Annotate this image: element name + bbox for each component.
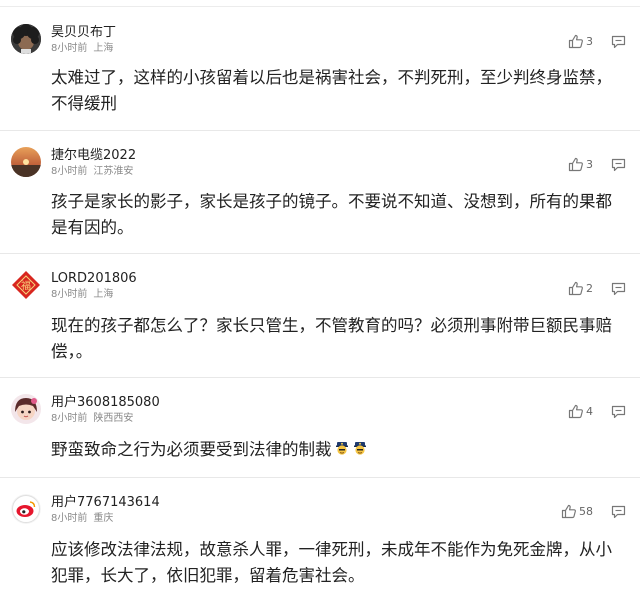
- like-button[interactable]: 4: [568, 404, 593, 419]
- reply-button[interactable]: [611, 282, 626, 296]
- like-count: 4: [586, 405, 593, 418]
- like-button[interactable]: 3: [568, 157, 593, 172]
- red-diamond-avatar-icon: 福: [11, 270, 41, 300]
- comment-location: 重庆: [93, 513, 114, 524]
- thumbs-up-icon: [568, 34, 583, 49]
- top-divider: [0, 6, 640, 7]
- comment-text-row: 野蛮致命之行为必须要受到法律的制裁: [51, 437, 621, 464]
- dark-curly-hair-avatar-icon: [11, 24, 41, 54]
- comment-bubble-icon: [611, 35, 626, 49]
- like-button[interactable]: 2: [568, 281, 593, 296]
- police-emoji-icon: [334, 438, 350, 464]
- cartoon-girl-avatar-icon: [11, 394, 41, 424]
- comment-bubble-icon: [611, 405, 626, 419]
- comment-text: 应该修改法律法规，故意杀人罪，一律死刑，未成年不能作为免死金牌，从小犯罪，长大了…: [51, 540, 612, 585]
- thumbs-up-icon: [568, 157, 583, 172]
- comment-bubble-icon: [611, 505, 626, 519]
- comment-text: 现在的孩子都怎么了？家长只管生，不管教育的吗？必须刑事附带巨额民事赔偿，。: [51, 316, 612, 361]
- comment-meta: 8小时前 江苏淮安: [51, 166, 133, 178]
- user-avatar[interactable]: [11, 24, 41, 54]
- comment-text: 孩子是家长的影子，家长是孩子的镜子。不要说不知道、没想到，所有的果都是有因的。: [51, 192, 612, 237]
- user-avatar[interactable]: [11, 494, 41, 524]
- reply-button[interactable]: [611, 35, 626, 49]
- reply-button[interactable]: [611, 405, 626, 419]
- like-button[interactable]: 3: [568, 34, 593, 49]
- thumbs-up-icon: [568, 404, 583, 419]
- user-avatar[interactable]: [11, 147, 41, 177]
- comment-meta: 8小时前 重庆: [51, 513, 113, 525]
- username[interactable]: 用户7767143614: [51, 495, 160, 511]
- police-emoji-icon: [352, 438, 368, 464]
- username[interactable]: 用户3608185080: [51, 395, 160, 411]
- comment-location: 上海: [93, 43, 114, 54]
- comment-divider: [0, 253, 640, 254]
- user-avatar[interactable]: 福: [11, 270, 41, 300]
- username[interactable]: 捷尔电缆2022: [51, 148, 136, 164]
- comment-divider: [0, 377, 640, 378]
- like-count: 2: [586, 282, 593, 295]
- thumbs-up-icon: [561, 504, 576, 519]
- svg-text:福: 福: [21, 279, 31, 292]
- like-count: 58: [579, 505, 593, 518]
- username[interactable]: 昊贝贝布丁: [51, 25, 116, 41]
- like-button[interactable]: 58: [561, 504, 593, 519]
- comment-time: 8小时前: [51, 43, 88, 54]
- comment-time: 8小时前: [51, 413, 88, 424]
- thumbs-up-icon: [568, 281, 583, 296]
- comment-bubble-icon: [611, 282, 626, 296]
- comment-time: 8小时前: [51, 289, 88, 300]
- reply-button[interactable]: [611, 158, 626, 172]
- comment-location: 陕西西安: [93, 413, 134, 424]
- user-avatar[interactable]: [11, 394, 41, 424]
- comment-bubble-icon: [611, 158, 626, 172]
- username[interactable]: LORD201806: [51, 271, 137, 287]
- comment-meta: 8小时前 上海: [51, 43, 113, 55]
- comment-text: 野蛮致命之行为必须要受到法律的制裁: [51, 440, 332, 459]
- like-count: 3: [586, 158, 593, 171]
- comment-meta: 8小时前 上海: [51, 289, 113, 301]
- reply-button[interactable]: [611, 505, 626, 519]
- comment-location: 江苏淮安: [93, 166, 134, 177]
- comment-time: 8小时前: [51, 166, 88, 177]
- comment-divider: [0, 130, 640, 131]
- comment-text: 太难过了，这样的小孩留着以后也是祸害社会，不判死刑，至少判终身监禁，不得缓刑: [51, 68, 612, 113]
- weibo-logo-avatar-icon: [11, 494, 41, 524]
- sunset-avatar-icon: [11, 147, 41, 177]
- comment-location: 上海: [93, 289, 114, 300]
- comment-time: 8小时前: [51, 513, 88, 524]
- comment-meta: 8小时前 陕西西安: [51, 413, 133, 425]
- comment-divider: [0, 477, 640, 478]
- like-count: 3: [586, 35, 593, 48]
